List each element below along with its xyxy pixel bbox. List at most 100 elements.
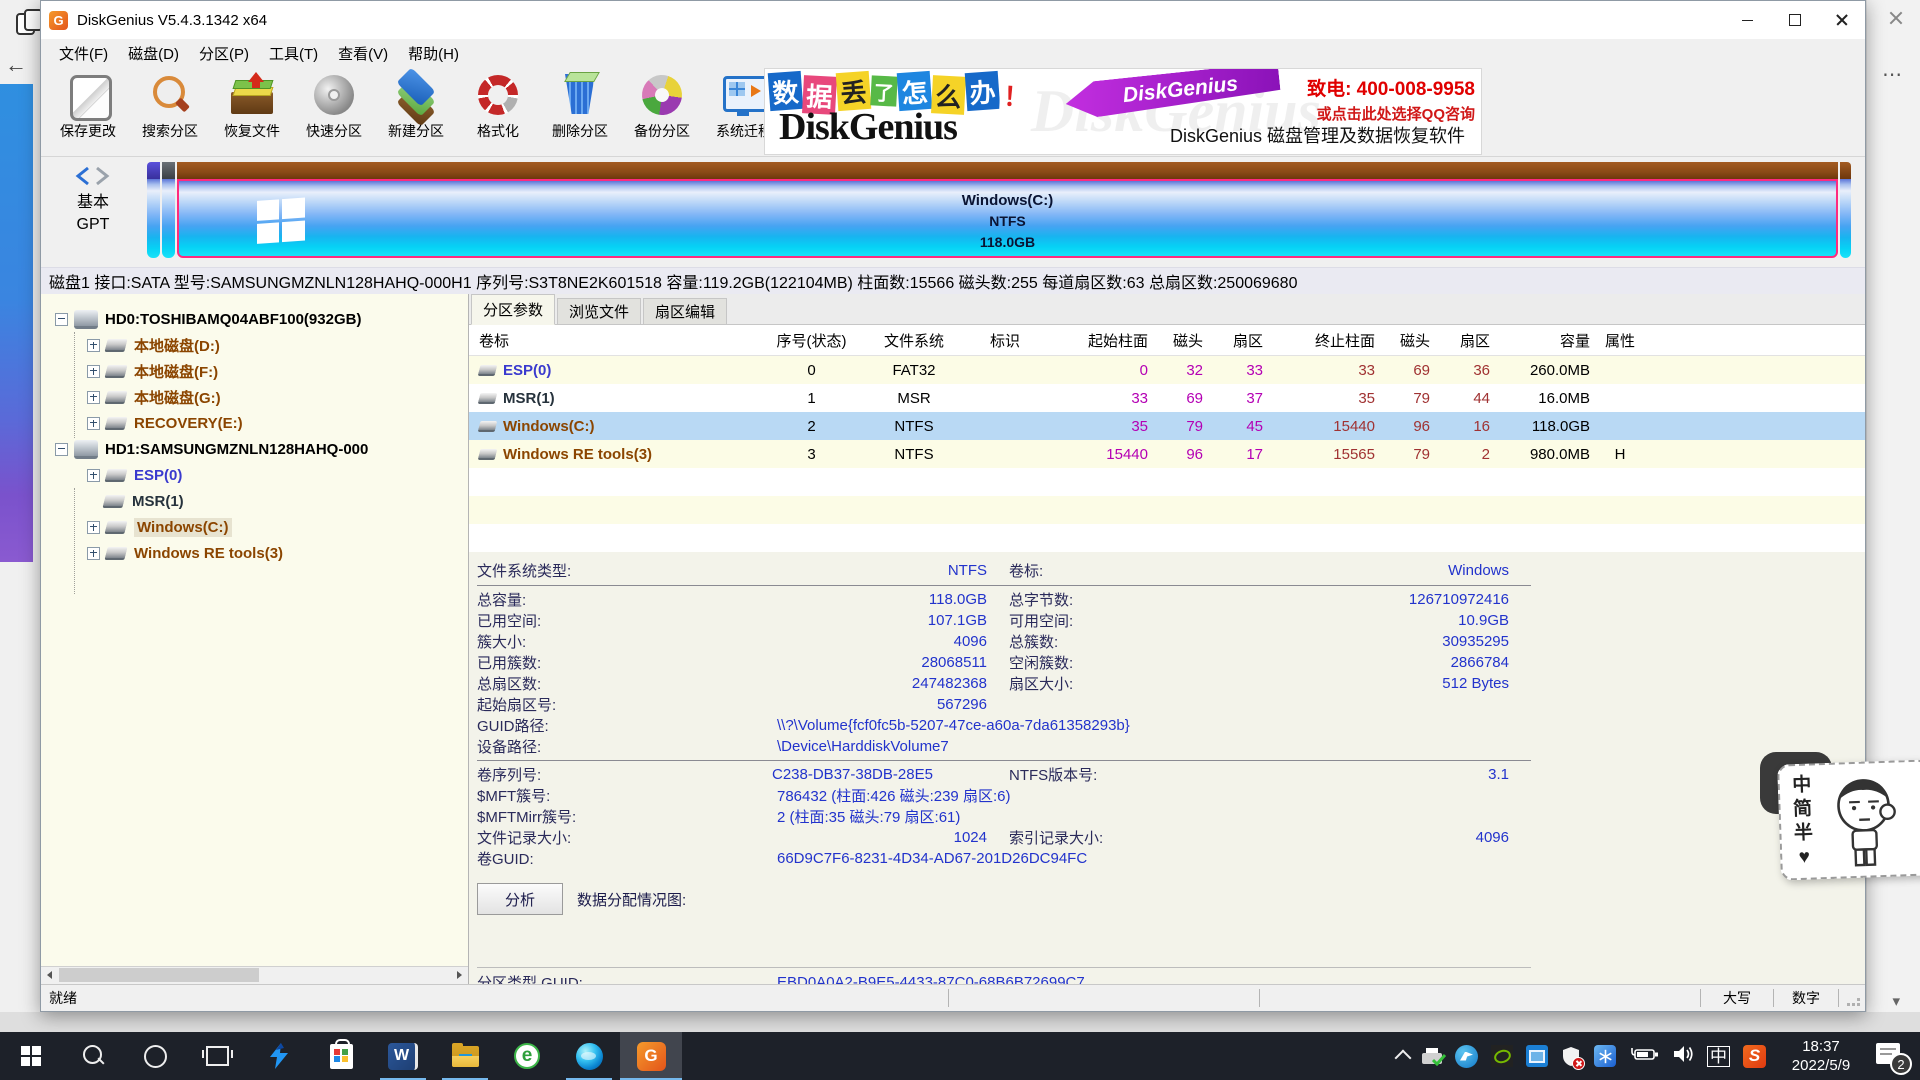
save-changes-button[interactable]: 保存更改 <box>47 67 129 141</box>
microsoft-store-button[interactable] <box>310 1032 372 1080</box>
tab-browse-files[interactable]: 浏览文件 <box>557 298 641 324</box>
scroll-down-icon[interactable]: ▾ <box>1892 992 1900 1010</box>
windows-c-partition-block[interactable]: Windows(C:) NTFS 118.0GB <box>177 162 1838 258</box>
ime-heart-icon[interactable]: ♥ <box>1782 845 1827 871</box>
expand-icon[interactable] <box>87 417 100 430</box>
expand-icon[interactable] <box>87 339 100 352</box>
banner-qq-link[interactable]: 或点击此处选择QQ咨询 <box>1307 103 1475 124</box>
file-explorer-button[interactable] <box>434 1032 496 1080</box>
scroll-right-icon[interactable] <box>451 967 468 983</box>
battery-tray-icon[interactable] <box>1629 1046 1659 1067</box>
tab-partition-params[interactable]: 分区参数 <box>471 294 555 325</box>
detail-label: 文件系统类型: <box>477 560 627 581</box>
toolbar-label: 快速分区 <box>306 121 362 141</box>
tree-guide-line <box>74 488 75 594</box>
tree-item-hd1[interactable]: HD1:SAMSUNGMZNLN128HAHQ-000 <box>41 436 468 462</box>
tree-item-local-d[interactable]: 本地磁盘(D:) <box>41 332 468 358</box>
taskbar-search-button[interactable] <box>62 1032 124 1080</box>
tray-expand-icon[interactable] <box>1395 1050 1412 1067</box>
defender-tray-icon[interactable] <box>1561 1046 1581 1067</box>
tree-item-local-f[interactable]: 本地磁盘(F:) <box>41 358 468 384</box>
menu-tools[interactable]: 工具(T) <box>259 43 328 64</box>
diskgenius-taskbar-button[interactable]: G <box>620 1032 682 1080</box>
disk-nav-arrows-icon[interactable] <box>71 165 115 187</box>
snowflake-tray-icon[interactable] <box>1594 1045 1616 1067</box>
ime-mode-simplified[interactable]: 简 <box>1780 797 1825 823</box>
partition-icon <box>104 391 127 404</box>
tree-item-esp[interactable]: ESP(0) <box>41 462 468 488</box>
expand-icon[interactable] <box>87 521 100 534</box>
format-button[interactable]: 格式化 <box>457 67 539 141</box>
more-options-icon[interactable]: ⋯ <box>1882 62 1902 87</box>
disk-icon <box>74 440 98 459</box>
expand-icon[interactable] <box>87 391 100 404</box>
search-partition-button[interactable]: 搜索分区 <box>129 67 211 141</box>
menu-partition[interactable]: 分区(P) <box>189 43 259 64</box>
ime-indicator[interactable]: 中 <box>1707 1046 1730 1067</box>
background-close-icon[interactable] <box>1888 10 1904 26</box>
table-row-windows-c-selected[interactable]: Windows(C:) 2NTFS 357945 154409616 118.0… <box>469 412 1865 440</box>
nvidia-tray-icon[interactable] <box>1491 1045 1513 1067</box>
backup-partition-button[interactable]: 备份分区 <box>621 67 703 141</box>
menu-help[interactable]: 帮助(H) <box>398 43 469 64</box>
expand-icon[interactable] <box>87 365 100 378</box>
word-button[interactable]: W <box>372 1032 434 1080</box>
green-browser-button[interactable]: e <box>496 1032 558 1080</box>
scroll-left-icon[interactable] <box>41 967 58 983</box>
new-partition-icon <box>393 72 439 118</box>
esp-partition-block[interactable] <box>147 162 160 258</box>
scrollbar-thumb[interactable] <box>59 968 259 982</box>
msr-partition-block[interactable] <box>162 162 175 258</box>
expand-icon[interactable] <box>87 469 100 482</box>
table-row-msr[interactable]: MSR(1) 1MSR 336937 357944 16.0MB <box>469 384 1865 412</box>
taskbar-clock[interactable]: 18:37 2022/5/9 <box>1779 1037 1863 1075</box>
analyze-button[interactable]: 分析 <box>477 883 563 915</box>
action-center-button[interactable]: 2 <box>1876 1043 1906 1069</box>
tree-item-label: RECOVERY(E:) <box>134 415 243 432</box>
tree-item-recovery-e[interactable]: RECOVERY(E:) <box>41 410 468 436</box>
expand-icon[interactable] <box>87 547 100 560</box>
maximize-button[interactable] <box>1771 1 1818 39</box>
start-button[interactable] <box>0 1032 62 1080</box>
collapse-icon[interactable] <box>55 313 68 326</box>
delete-partition-button[interactable]: 删除分区 <box>539 67 621 141</box>
horizontal-scrollbar[interactable] <box>41 966 468 984</box>
ime-status-widget[interactable]: 中 简 半 ♥ <box>1777 759 1920 880</box>
minimize-button[interactable] <box>1724 1 1771 39</box>
task-view-button[interactable] <box>186 1032 248 1080</box>
recovery-partition-block[interactable] <box>1840 162 1851 258</box>
table-row-esp[interactable]: ESP(0) 0FAT32 03233 336936 260.0MB <box>469 356 1865 384</box>
tab-sector-edit[interactable]: 扇区编辑 <box>643 298 727 324</box>
table-empty-row <box>469 496 1865 524</box>
tree-item-hd0[interactable]: HD0:TOSHIBAMQ04ABF100(932GB) <box>41 306 468 332</box>
menu-disk[interactable]: 磁盘(D) <box>118 43 189 64</box>
background-tab-icon[interactable] <box>16 9 40 33</box>
intel-graphics-tray-icon[interactable] <box>1526 1045 1548 1067</box>
tree-item-windows-c[interactable]: Windows(C:) <box>41 514 468 540</box>
sogou-tray-icon[interactable]: S <box>1743 1045 1766 1068</box>
back-arrow-icon[interactable]: ← <box>5 52 27 78</box>
quick-partition-button[interactable]: 快速分区 <box>293 67 375 141</box>
tree-item-msr[interactable]: MSR(1) <box>41 488 468 514</box>
tree-item-local-g[interactable]: 本地磁盘(G:) <box>41 384 468 410</box>
ad-banner[interactable]: DiskGenius 数 据 丢 了 怎 么 办 ！ DiskGenius 致电… <box>764 68 1482 155</box>
resize-grip[interactable] <box>1839 985 1865 1011</box>
messenger-tray-icon[interactable] <box>1455 1045 1478 1068</box>
ime-mode-halfwidth[interactable]: 半 <box>1781 821 1826 847</box>
titlebar[interactable]: G DiskGenius V5.4.3.1342 x64 <box>41 1 1865 39</box>
recover-files-button[interactable]: 恢复文件 <box>211 67 293 141</box>
close-button[interactable] <box>1818 1 1865 39</box>
volume-tray-icon[interactable] <box>1672 1045 1694 1068</box>
menu-view[interactable]: 查看(V) <box>328 43 398 64</box>
ime-mode-chinese[interactable]: 中 <box>1779 773 1824 799</box>
printer-tray-icon[interactable] <box>1422 1048 1442 1064</box>
detail-value: Windows <box>1159 562 1509 579</box>
menu-file[interactable]: 文件(F) <box>49 43 118 64</box>
table-row-windows-re[interactable]: Windows RE tools(3) 3NTFS 154409617 1556… <box>469 440 1865 468</box>
cortana-button[interactable] <box>124 1032 186 1080</box>
tree-item-windows-re[interactable]: Windows RE tools(3) <box>41 540 468 566</box>
new-partition-button[interactable]: 新建分区 <box>375 67 457 141</box>
collapse-icon[interactable] <box>55 443 68 456</box>
edge-button[interactable] <box>558 1032 620 1080</box>
lightning-app-button[interactable] <box>248 1032 310 1080</box>
